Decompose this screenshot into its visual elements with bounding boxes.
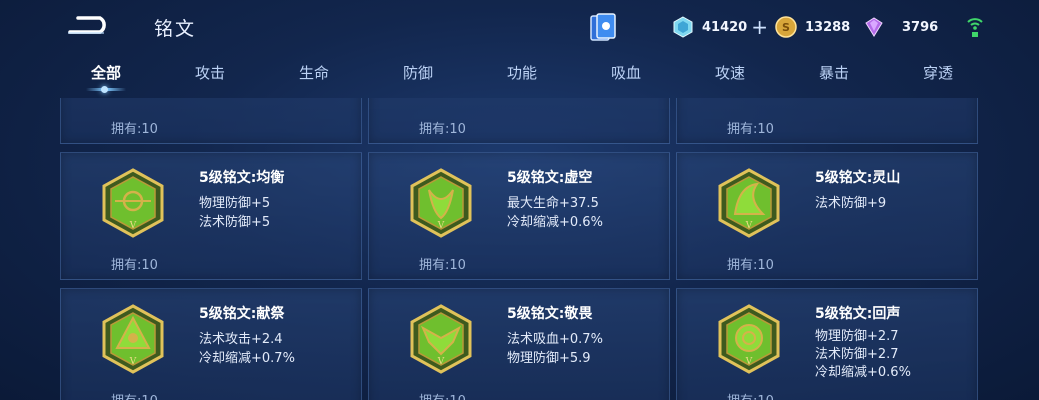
tab-critical[interactable]: 暴击 [804, 62, 864, 83]
inscription-card-partial[interactable]: 拥有:10 [368, 98, 670, 144]
add-gems-button[interactable]: + [751, 17, 768, 37]
gem-count: 41420 [702, 19, 748, 35]
inscription-card-partial[interactable]: 拥有:10 [676, 98, 978, 144]
inscription-card-partial[interactable]: 拥有:10 [60, 98, 362, 144]
inscription-awe-emblem-icon: V [410, 304, 472, 374]
inscription-sacrifice-emblem-icon: V [102, 304, 164, 374]
page-title: 铭文 [154, 18, 197, 40]
inscription-name: 5级铭文:回声 [815, 306, 901, 322]
active-tab-indicator [101, 86, 108, 93]
inscription-stat: 法术防御+9 [815, 196, 887, 211]
svg-text:V: V [745, 357, 753, 367]
inscription-card[interactable]: V 5级铭文:献祭 法术攻击+2.4 冷却缩减+0.7% 拥有:10 [60, 288, 362, 400]
inscription-name: 5级铭文:均衡 [199, 170, 285, 186]
inscription-balance-emblem-icon: V [102, 168, 164, 238]
owned-count: 拥有:10 [111, 258, 158, 273]
tab-all[interactable]: 全部 [76, 62, 136, 83]
inscription-grid: 拥有:10 拥有:10 拥有:10 V 5级铭文:均衡 物理防御+5 法术防御+… [60, 98, 978, 400]
top-bar: 铭文 41420 + S 13288 3796 [0, 0, 1039, 56]
inscription-card[interactable]: V 5级铭文:灵山 法术防御+9 拥有:10 [676, 152, 978, 280]
svg-text:V: V [745, 221, 753, 231]
inscription-echo-emblem-icon: V [718, 304, 780, 374]
svg-text:V: V [129, 357, 137, 367]
owned-count: 拥有:10 [419, 390, 466, 400]
svg-text:S: S [782, 21, 790, 34]
crystal-count: 3796 [902, 19, 939, 35]
card-book-icon[interactable] [588, 12, 618, 44]
tab-attack-speed[interactable]: 攻速 [700, 62, 760, 83]
inscription-name: 5级铭文:献祭 [199, 306, 285, 322]
tab-attack[interactable]: 攻击 [180, 62, 240, 83]
inscription-stat: 物理防御+5 [199, 196, 271, 211]
tab-defense[interactable]: 防御 [388, 62, 448, 83]
inscription-stat: 冷却缩减+0.7% [199, 351, 295, 366]
gem-icon [673, 16, 693, 38]
tab-health[interactable]: 生命 [284, 62, 344, 83]
inscription-stat: 物理防御+2.7 [815, 329, 899, 344]
inscription-spirit-mountain-emblem-icon: V [718, 168, 780, 238]
svg-text:V: V [437, 357, 445, 367]
inscription-stat: 冷却缩减+0.6% [815, 365, 911, 380]
coin-icon: S [775, 16, 797, 38]
owned-count: 拥有:10 [111, 122, 158, 137]
owned-count: 拥有:10 [727, 122, 774, 137]
crystal-resource: 3796 [862, 16, 938, 38]
inscription-card[interactable]: V 5级铭文:敬畏 法术吸血+0.7% 物理防御+5.9 拥有:10 [368, 288, 670, 400]
owned-count: 拥有:10 [419, 258, 466, 273]
wifi-signal-icon [967, 18, 983, 37]
owned-count: 拥有:10 [419, 122, 466, 137]
inscription-name: 5级铭文:灵山 [815, 170, 901, 186]
inscription-stat: 物理防御+5.9 [507, 351, 591, 366]
coin-count: 13288 [805, 19, 851, 35]
inscription-stat: 法术防御+2.7 [815, 347, 899, 362]
purple-crystal-icon [865, 17, 883, 37]
inscription-stat: 法术攻击+2.4 [199, 332, 283, 347]
back-arrow-icon[interactable] [62, 14, 112, 38]
inscription-stat: 法术吸血+0.7% [507, 332, 603, 347]
inscription-stat: 法术防御+5 [199, 215, 271, 230]
inscription-stat: 冷却缩减+0.6% [507, 215, 603, 230]
gem-resource: 41420 + [672, 16, 768, 38]
svg-text:V: V [437, 221, 445, 231]
owned-count: 拥有:10 [111, 390, 158, 400]
tab-penetration[interactable]: 穿透 [908, 62, 968, 83]
tab-utility[interactable]: 功能 [492, 62, 552, 83]
coin-resource: S 13288 [775, 16, 850, 38]
inscription-card[interactable]: V 5级铭文:虚空 最大生命+37.5 冷却缩减+0.6% 拥有:10 [368, 152, 670, 280]
inscription-void-emblem-icon: V [410, 168, 472, 238]
inscription-card[interactable]: V 5级铭文:回声 物理防御+2.7 法术防御+2.7 冷却缩减+0.6% 拥有… [676, 288, 978, 400]
category-tabs: 全部 攻击 生命 防御 功能 吸血 攻速 暴击 穿透 [0, 58, 1039, 98]
inscription-name: 5级铭文:敬畏 [507, 306, 593, 322]
inscription-name: 5级铭文:虚空 [507, 170, 593, 186]
tab-lifesteal[interactable]: 吸血 [596, 62, 656, 83]
inscription-card[interactable]: V 5级铭文:均衡 物理防御+5 法术防御+5 拥有:10 [60, 152, 362, 280]
owned-count: 拥有:10 [727, 258, 774, 273]
owned-count: 拥有:10 [727, 390, 774, 400]
svg-text:V: V [129, 221, 137, 231]
inscription-stat: 最大生命+37.5 [507, 196, 599, 211]
